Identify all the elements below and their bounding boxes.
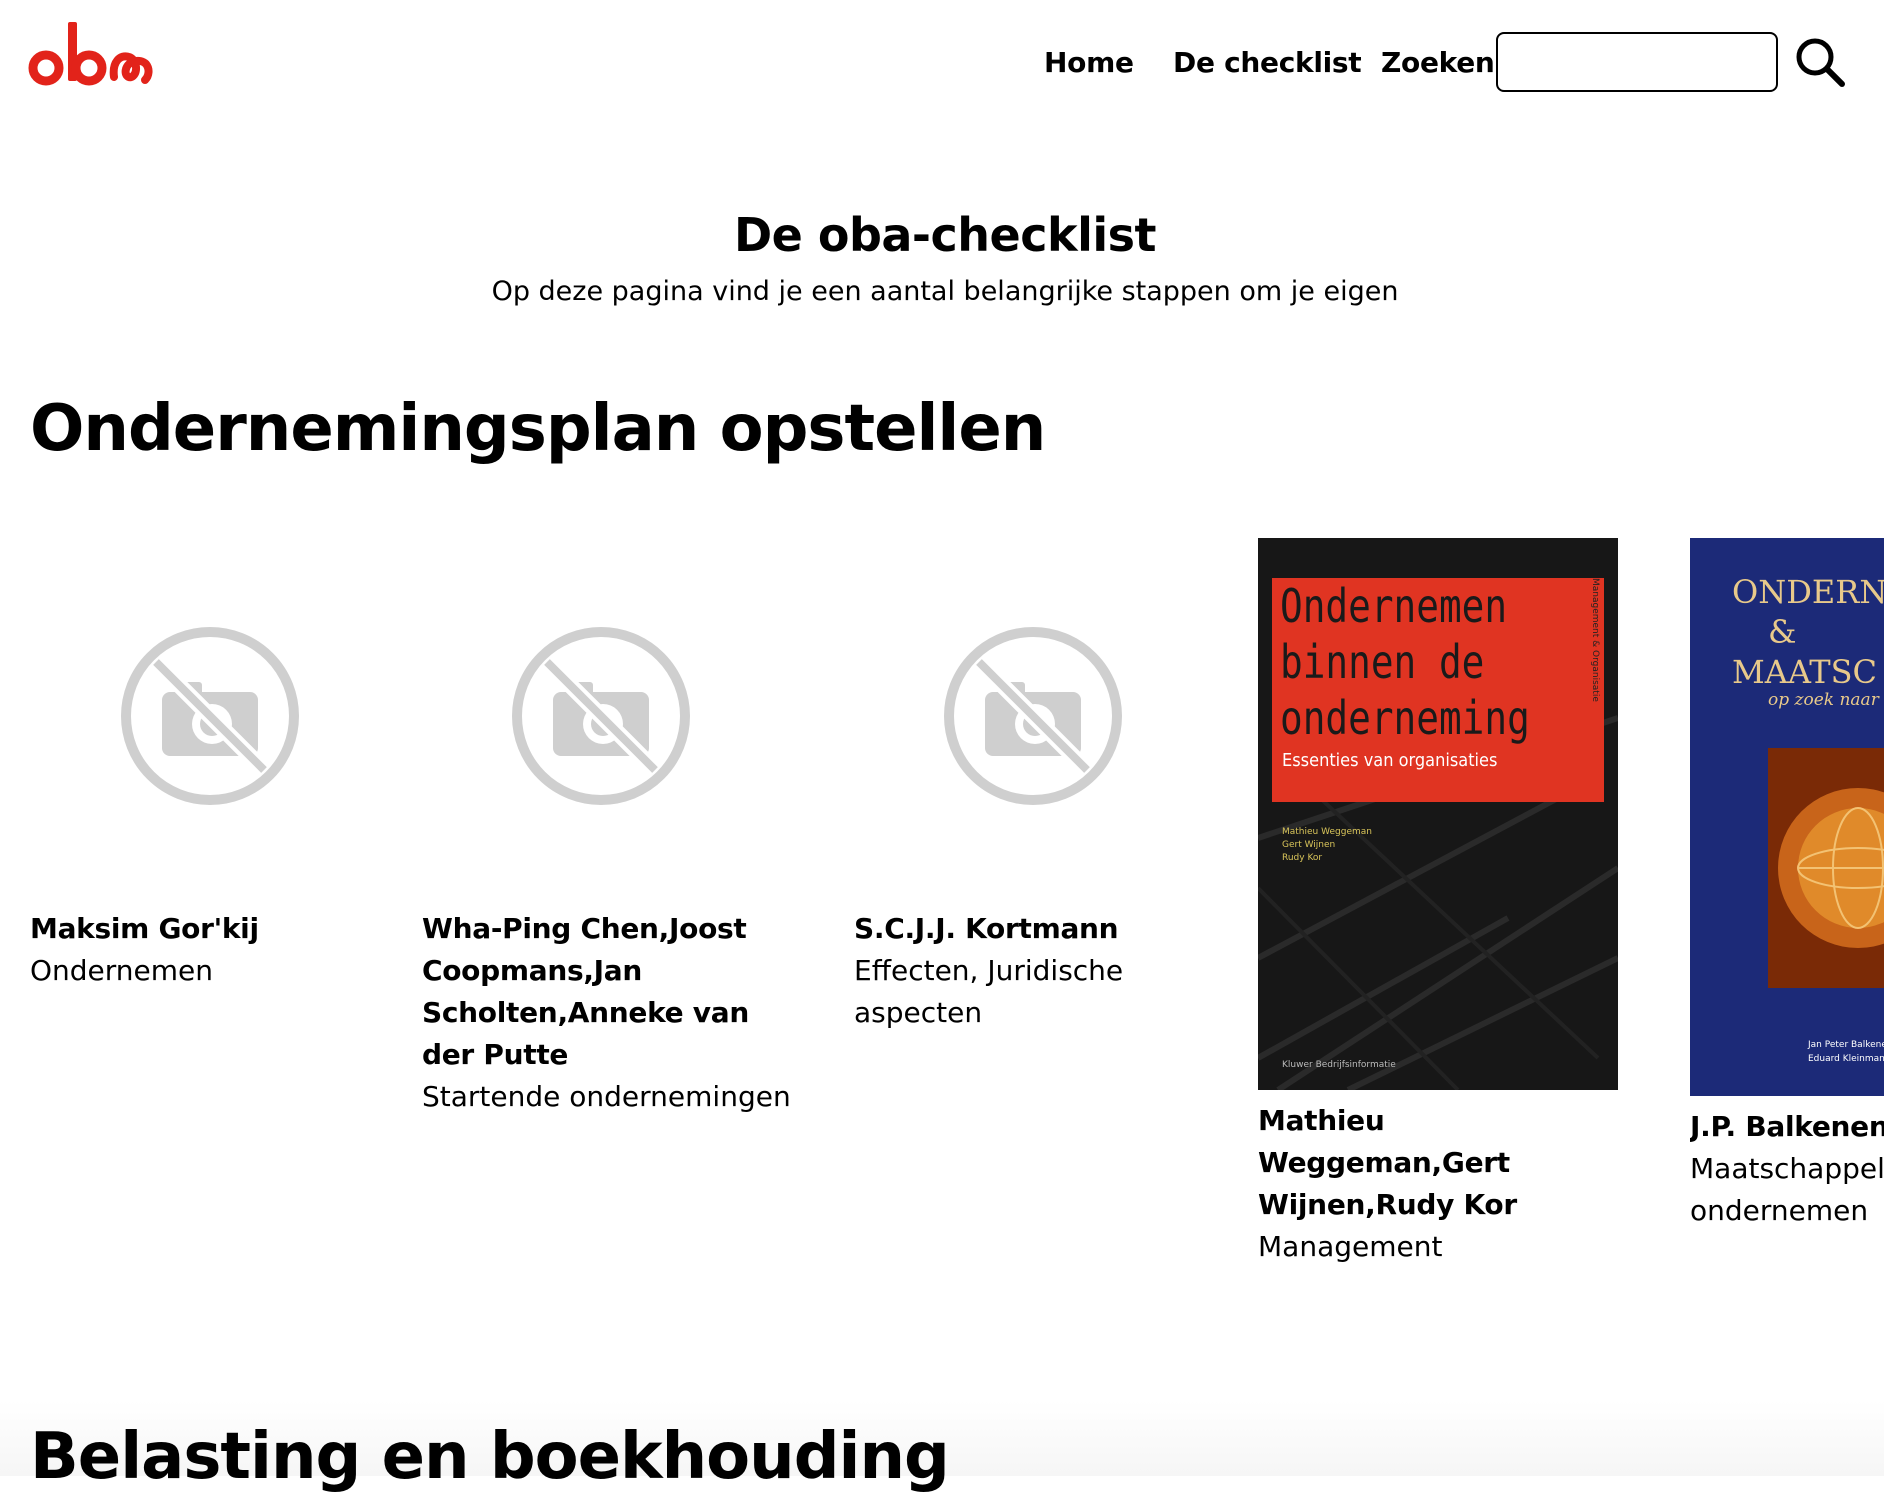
search-icon xyxy=(1796,38,1845,87)
book-cover[interactable]: Ondernemen binnen de onderneming Essenti… xyxy=(1258,538,1618,1090)
cover-authors: Mathieu Weggeman Gert Wijnen Rudy Kor xyxy=(1282,827,1372,863)
cover-subtitle: Essenties van organisaties xyxy=(1282,750,1498,771)
search-input[interactable] xyxy=(1496,32,1778,92)
book-author: Mathieu Weggeman,Gert Wijnen,Rudy Kor xyxy=(1258,1104,1517,1221)
book-author: Wha-Ping Chen,Joost Coopmans,Jan Scholte… xyxy=(422,912,749,1071)
nav-home-link[interactable]: Home xyxy=(1044,46,1134,79)
book-card[interactable]: S.C.J.J. Kortmann Effecten, Juridische a… xyxy=(854,908,1254,1034)
cover-publisher: Kluwer Bedrijfsinformatie xyxy=(1282,1060,1396,1070)
oba-logo[interactable] xyxy=(28,14,154,94)
no-image-icon[interactable] xyxy=(118,624,302,808)
cover-authors: Jan Peter Balkenende Eduard Kleinman xyxy=(1808,1040,1884,1064)
nav-checklist-link[interactable]: De checklist xyxy=(1173,46,1362,79)
section-heading: Ondernemingsplan opstellen xyxy=(30,392,1046,466)
cover-spine-text: Management & Organisatie xyxy=(1590,578,1600,702)
site-header: Home De checklist Zoeken xyxy=(0,0,1884,130)
book-subject: Ondernemen xyxy=(30,954,214,987)
book-card[interactable]: Mathieu Weggeman,Gert Wijnen,Rudy Kor Ma… xyxy=(1258,1100,1638,1268)
book-subject: Management xyxy=(1258,1230,1443,1263)
no-image-icon[interactable] xyxy=(941,624,1125,808)
book-card[interactable]: J.P. Balkenende Maatschappelij onderneme… xyxy=(1690,1106,1884,1232)
page-intro: Op deze pagina vind je een aantal belang… xyxy=(491,276,1399,307)
book-subject: Effecten, Juridische aspecten xyxy=(854,954,1124,1029)
no-image-icon[interactable] xyxy=(509,624,693,808)
cover-title: ONDERN & MAATSC xyxy=(1732,573,1884,691)
book-subject: Maatschappelij ondernemen xyxy=(1690,1152,1884,1227)
book-author: J.P. Balkenende xyxy=(1690,1110,1884,1143)
book-author: S.C.J.J. Kortmann xyxy=(854,912,1119,945)
book-card[interactable]: Wha-Ping Chen,Joost Coopmans,Jan Scholte… xyxy=(422,908,802,1118)
cover-subtitle: op zoek naar xyxy=(1768,690,1879,710)
book-author: Maksim Gor'kij xyxy=(30,912,259,945)
page-title: De oba-checklist xyxy=(733,208,1157,262)
section-heading: Belasting en boekhouding xyxy=(30,1420,950,1494)
cover-title: Ondernemen binnen de onderneming xyxy=(1280,579,1530,745)
nav-search-link[interactable]: Zoeken xyxy=(1381,46,1495,79)
globe-illustration xyxy=(1768,748,1884,988)
book-subject: Startende ondernemingen xyxy=(422,1080,791,1113)
book-cover[interactable]: ONDERN & MAATSC op zoek naar Jan Peter B… xyxy=(1690,538,1884,1096)
search-button[interactable] xyxy=(1792,34,1848,90)
book-card[interactable]: Maksim Gor'kij Ondernemen xyxy=(30,908,370,992)
